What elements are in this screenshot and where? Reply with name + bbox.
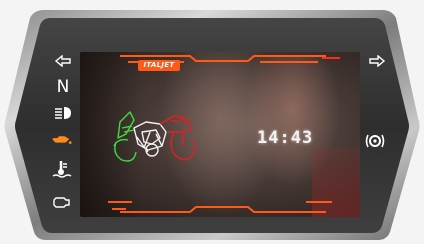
neutral-indicator: N (56, 77, 70, 97)
high-beam-icon (52, 104, 74, 122)
oil-pressure-icon (50, 130, 72, 148)
engine-check-icon (51, 193, 73, 211)
brand-badge: ITALJET (138, 60, 180, 71)
turn-right-icon (366, 52, 388, 70)
coolant-temperature-icon (51, 160, 73, 178)
clock-time: 14:43 (257, 128, 314, 148)
turn-left-icon (52, 52, 74, 70)
display-screen: ITALJET 14:43 (80, 52, 360, 217)
motorcycle-graphic (113, 111, 196, 162)
abs-warning-icon (364, 132, 386, 150)
